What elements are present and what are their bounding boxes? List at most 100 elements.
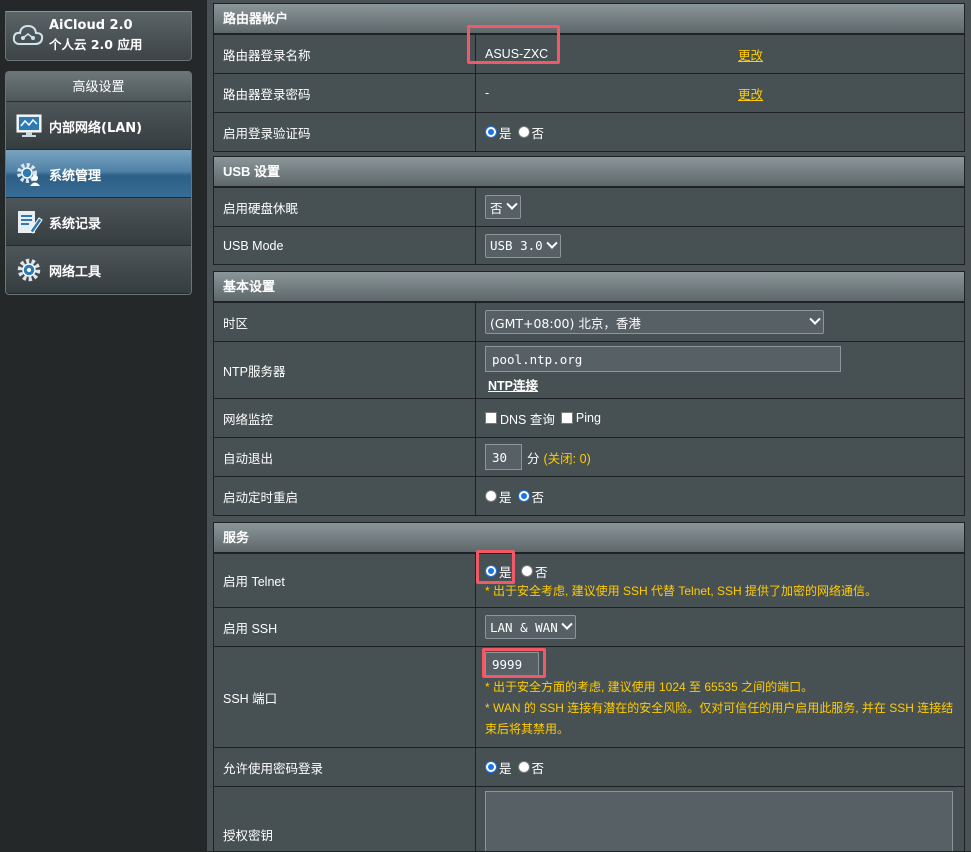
checkbox-label: Ping	[575, 411, 601, 425]
ssh-select[interactable]: LAN & WAN	[485, 615, 576, 639]
advanced-settings-menu: 高级设置 内部网络(LAN) 系统管理 系统记录 网络工具	[5, 71, 192, 295]
select-value: USB 3.0	[490, 238, 543, 253]
aicloud-title: AiCloud 2.0	[49, 18, 133, 33]
password-login-yes-radio[interactable]	[485, 761, 497, 773]
highlight-box	[467, 25, 560, 64]
sidebar-item-label: 内部网络(LAN)	[49, 121, 143, 136]
change-password-link[interactable]: 更改	[738, 84, 763, 103]
main-content: 路由器帐户 路由器登录名称 ASUS-ZXC 更改 路由器登录密码 - 更改 启…	[207, 0, 971, 852]
gear-tools-icon	[17, 258, 41, 282]
usb-mode-row: USB Mode USB 3.0	[214, 226, 964, 264]
advanced-settings-title: 高级设置	[6, 72, 191, 102]
password-login-no-radio[interactable]	[517, 761, 530, 773]
telnet-row: 启用 Telnet 是 否 * 出于安全考虑, 建议使用 SSH 代替 Teln…	[214, 553, 964, 607]
lan-monitor-icon	[16, 114, 42, 137]
sidebar-item-network-tools[interactable]: 网络工具	[6, 246, 191, 294]
usb-settings-section: USB 设置 启用硬盘休眠 否 USB Mode USB 3.0	[213, 156, 965, 265]
radio-label: 否	[531, 761, 545, 776]
checkbox-label: DNS 查询	[500, 412, 555, 427]
section-title: 路由器帐户	[214, 4, 964, 34]
highlight-box	[482, 648, 546, 678]
sidebar: AiCloud 2.0 个人云 2.0 应用 高级设置 内部网络(LAN) 系统…	[0, 0, 200, 851]
telnet-warning: * 出于安全考虑, 建议使用 SSH 代替 Telnet, SSH 提供了加密的…	[485, 583, 878, 598]
gear-person-icon	[17, 163, 40, 186]
ntp-row: NTP服务器 pool.ntp.org NTP连接	[214, 341, 964, 398]
aicloud-menu-item[interactable]: AiCloud 2.0 个人云 2.0 应用	[5, 11, 192, 61]
scheduled-reboot-row: 启动定时重启 是 否	[214, 476, 964, 515]
aicloud-subtitle: 个人云 2.0 应用	[49, 37, 143, 52]
sidebar-item-label: 系统记录	[49, 217, 102, 232]
usb-mode-label: USB Mode	[214, 227, 476, 264]
chevron-down-icon	[561, 618, 573, 630]
radio-label: 否	[531, 490, 545, 505]
password-label: 路由器登录密码	[214, 74, 476, 112]
ssh-wan-warning: * WAN 的 SSH 连接有潜在的安全风险。仅对可信任的用户启用此服务, 并在…	[485, 701, 954, 736]
select-value: 否	[490, 200, 503, 216]
select-value: (GMT+08:00) 北京，香港	[490, 315, 641, 331]
dns-query-checkbox[interactable]	[485, 412, 497, 424]
chevron-down-icon	[546, 237, 558, 249]
sidebar-item-system-log[interactable]: 系统记录	[6, 198, 191, 246]
radio-label: 是	[499, 126, 512, 141]
select-value: LAN & WAN	[490, 619, 558, 635]
ping-checkbox[interactable]	[560, 412, 573, 424]
basic-settings-section: 基本设置 时区 (GMT+08:00) 北京，香港 NTP服务器 pool.nt…	[213, 271, 965, 516]
sidebar-item-system-admin[interactable]: 系统管理	[6, 150, 191, 198]
captcha-row: 启用登录验证码 是 否	[214, 112, 964, 151]
reboot-yes-radio[interactable]	[485, 490, 497, 502]
timezone-select[interactable]: (GMT+08:00) 北京，香港	[485, 310, 824, 334]
radio-label: 否	[535, 565, 548, 580]
ntp-label: NTP服务器	[214, 342, 476, 398]
network-monitor-row: 网络监控 DNS 查询 Ping	[214, 398, 964, 437]
telnet-label: 启用 Telnet	[214, 554, 476, 607]
password-value: -	[485, 86, 490, 100]
captcha-no-radio[interactable]	[517, 126, 530, 138]
timezone-row: 时区 (GMT+08:00) 北京，香港	[214, 302, 964, 341]
section-title: 基本设置	[214, 272, 964, 302]
chevron-down-icon	[505, 198, 518, 210]
section-title: USB 设置	[214, 157, 964, 187]
sidebar-item-lan[interactable]: 内部网络(LAN)	[6, 102, 191, 150]
auth-key-row: 授权密钥	[214, 786, 964, 851]
section-title: 服务	[214, 523, 964, 553]
ssh-label: 启用 SSH	[214, 608, 476, 646]
captcha-yes-radio[interactable]	[485, 126, 497, 138]
usb-mode-select[interactable]: USB 3.0	[485, 233, 561, 258]
hdd-sleep-row: 启用硬盘休眠 否	[214, 187, 964, 226]
hdd-sleep-select[interactable]: 否	[485, 195, 521, 219]
hdd-sleep-label: 启用硬盘休眠	[214, 188, 476, 226]
login-name-label: 路由器登录名称	[214, 35, 476, 73]
captcha-label: 启用登录验证码	[214, 113, 476, 151]
scheduled-reboot-label: 启动定时重启	[214, 477, 476, 515]
cloud-icon	[12, 24, 44, 45]
radio-label: 是	[499, 490, 512, 505]
auto-logout-hint: (关闭: 0)	[543, 451, 591, 466]
change-login-name-link[interactable]: 更改	[738, 45, 763, 64]
ssh-port-warning: * 出于安全方面的考虑, 建议使用 1024 至 65535 之间的端口。	[485, 680, 814, 694]
radio-label: 是	[499, 761, 512, 776]
auth-key-textarea[interactable]	[485, 791, 953, 851]
auto-logout-input[interactable]: 30	[485, 444, 522, 470]
password-login-label: 允许使用密码登录	[214, 748, 476, 786]
ntp-server-input[interactable]: pool.ntp.org	[485, 346, 841, 372]
auto-logout-label: 自动退出	[214, 438, 476, 476]
network-monitor-label: 网络监控	[214, 399, 476, 437]
password-login-row: 允许使用密码登录 是 否	[214, 747, 964, 786]
auto-logout-unit: 分	[527, 451, 540, 466]
password-row: 路由器登录密码 - 更改	[214, 73, 964, 112]
auth-key-label: 授权密钥	[214, 787, 476, 851]
login-name-row: 路由器登录名称 ASUS-ZXC 更改	[214, 34, 964, 73]
reboot-no-radio[interactable]	[517, 490, 530, 502]
ssh-row: 启用 SSH LAN & WAN	[214, 607, 964, 646]
timezone-label: 时区	[214, 303, 476, 341]
chevron-down-icon	[809, 313, 821, 325]
highlight-box	[476, 550, 515, 584]
radio-label: 否	[531, 126, 545, 141]
telnet-no-radio[interactable]	[521, 565, 533, 577]
ssh-port-label: SSH 端口	[214, 647, 476, 747]
ntp-link[interactable]: NTP连接	[488, 375, 538, 394]
ssh-port-row: SSH 端口 9999 * 出于安全方面的考虑, 建议使用 1024 至 655…	[214, 646, 964, 747]
router-account-section: 路由器帐户 路由器登录名称 ASUS-ZXC 更改 路由器登录密码 - 更改 启…	[213, 3, 965, 152]
auto-logout-row: 自动退出 30 分 (关闭: 0)	[214, 437, 964, 476]
service-section: 服务 启用 Telnet 是 否 * 出于安全考虑, 建议使用 SSH 代替 T…	[213, 522, 965, 852]
